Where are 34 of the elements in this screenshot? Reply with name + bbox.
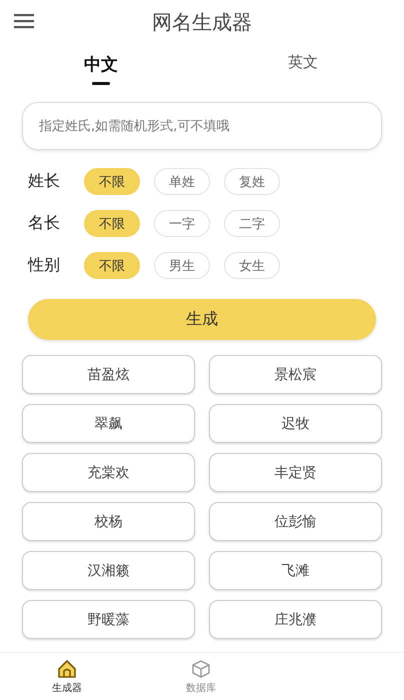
home-icon — [57, 658, 77, 678]
name-card[interactable]: 野暖藻 — [22, 600, 195, 639]
name-card[interactable]: 景松宸 — [209, 355, 382, 394]
name-card[interactable]: 汉湘籁 — [22, 551, 195, 590]
cube-icon — [191, 658, 211, 678]
name-card[interactable]: 飞滩 — [209, 551, 382, 590]
language-tab[interactable]: 中文 — [0, 45, 202, 95]
option-label: 姓长 — [28, 171, 61, 192]
name-card[interactable]: 苗盈炫 — [22, 355, 195, 394]
option-chip[interactable]: 不限 — [84, 210, 140, 237]
option-chip[interactable]: 女生 — [224, 252, 280, 279]
app-title: 网名生成器 — [152, 9, 252, 36]
name-card[interactable]: 丰定贤 — [209, 453, 382, 492]
option-chip[interactable]: 不限 — [84, 168, 140, 195]
nav-tab[interactable]: 数据库 — [134, 653, 268, 700]
name-card[interactable]: 庄兆濮 — [209, 600, 382, 639]
option-chip[interactable]: 一字 — [154, 210, 210, 237]
surname-field[interactable]: 指定姓氏,如需随机形式,可不填哦 — [22, 102, 382, 150]
language-tab[interactable]: 英文 — [202, 45, 404, 95]
name-card[interactable]: 迟牧 — [209, 404, 382, 443]
name-card[interactable]: 位彭愉 — [209, 502, 382, 541]
name-card[interactable]: 校杨 — [22, 502, 195, 541]
option-label: 性别 — [28, 255, 61, 276]
menu-icon[interactable] — [14, 13, 34, 29]
name-card[interactable]: 翠飙 — [22, 404, 195, 443]
nav-tab[interactable]: 生成器 — [0, 653, 134, 700]
option-chip[interactable]: 男生 — [154, 252, 210, 279]
option-chip[interactable]: 复姓 — [224, 168, 280, 195]
option-chip[interactable]: 二字 — [224, 210, 280, 237]
generate-button[interactable]: 生成 — [28, 299, 376, 340]
option-label: 名长 — [28, 213, 61, 234]
option-chip[interactable]: 不限 — [84, 252, 140, 279]
name-card[interactable]: 充棠欢 — [22, 453, 195, 492]
option-chip[interactable]: 单姓 — [154, 168, 210, 195]
